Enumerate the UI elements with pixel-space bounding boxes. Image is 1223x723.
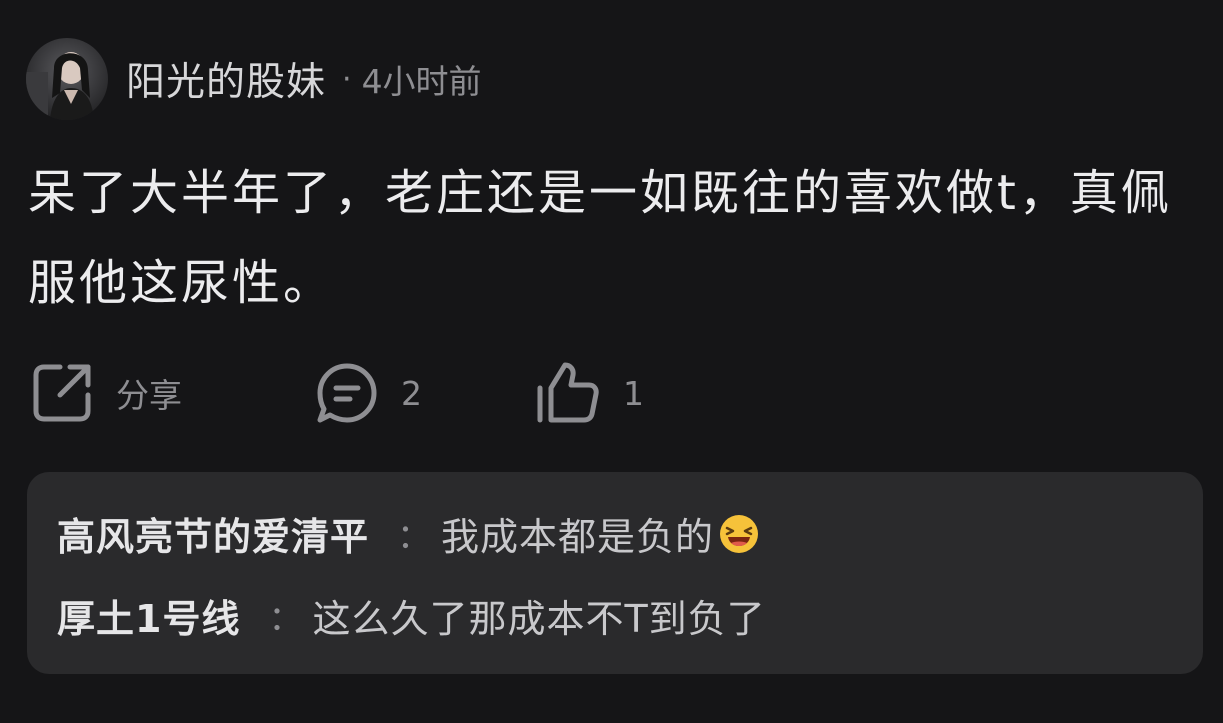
reply-text: 我成本都是负的 xyxy=(441,515,715,559)
reply-separator: ： xyxy=(268,599,303,639)
reply-separator: ： xyxy=(397,517,432,557)
post-time: 4小时前 xyxy=(361,62,482,101)
reply-item[interactable]: 厚土1号线 ： 这么久了那成本不T到负了 xyxy=(57,588,766,643)
reply-item[interactable]: 高风亮节的爱清平 ： 我成本都是负的 xyxy=(57,506,760,561)
comment-button[interactable]: 2 xyxy=(315,358,422,428)
author-name[interactable]: 阳光的股妹 xyxy=(126,51,326,107)
post-header: 阳光的股妹 · 4小时前 xyxy=(26,38,482,120)
like-count: 1 xyxy=(623,373,644,413)
reply-author[interactable]: 高风亮节的爱清平 xyxy=(57,506,369,561)
like-button[interactable]: 1 xyxy=(535,358,644,428)
comment-icon xyxy=(315,361,379,425)
share-label: 分享 xyxy=(116,376,182,415)
reply-panel[interactable]: 高风亮节的爱清平 ： 我成本都是负的 厚土1号线 ： 这么久了那成本不T到负了 xyxy=(27,472,1203,674)
share-icon xyxy=(30,361,94,425)
action-bar: 分享 2 1 xyxy=(30,358,730,428)
comment-count: 2 xyxy=(401,373,422,413)
post-text: 呆了大半年了，老庄还是一如既往的喜欢做t，真佩服他这尿性。 xyxy=(28,165,1172,311)
reply-author[interactable]: 厚土1号线 xyxy=(57,588,240,643)
meta-separator: · xyxy=(342,61,352,97)
avatar[interactable] xyxy=(26,38,108,120)
share-button[interactable]: 分享 xyxy=(30,358,182,428)
post-card: 阳光的股妹 · 4小时前 呆了大半年了，老庄还是一如既往的喜欢做t，真佩服他这尿… xyxy=(0,0,1223,723)
laughing-face-icon xyxy=(718,513,760,555)
reply-text: 这么久了那成本不T到负了 xyxy=(312,597,766,641)
thumbs-up-icon xyxy=(535,360,601,426)
